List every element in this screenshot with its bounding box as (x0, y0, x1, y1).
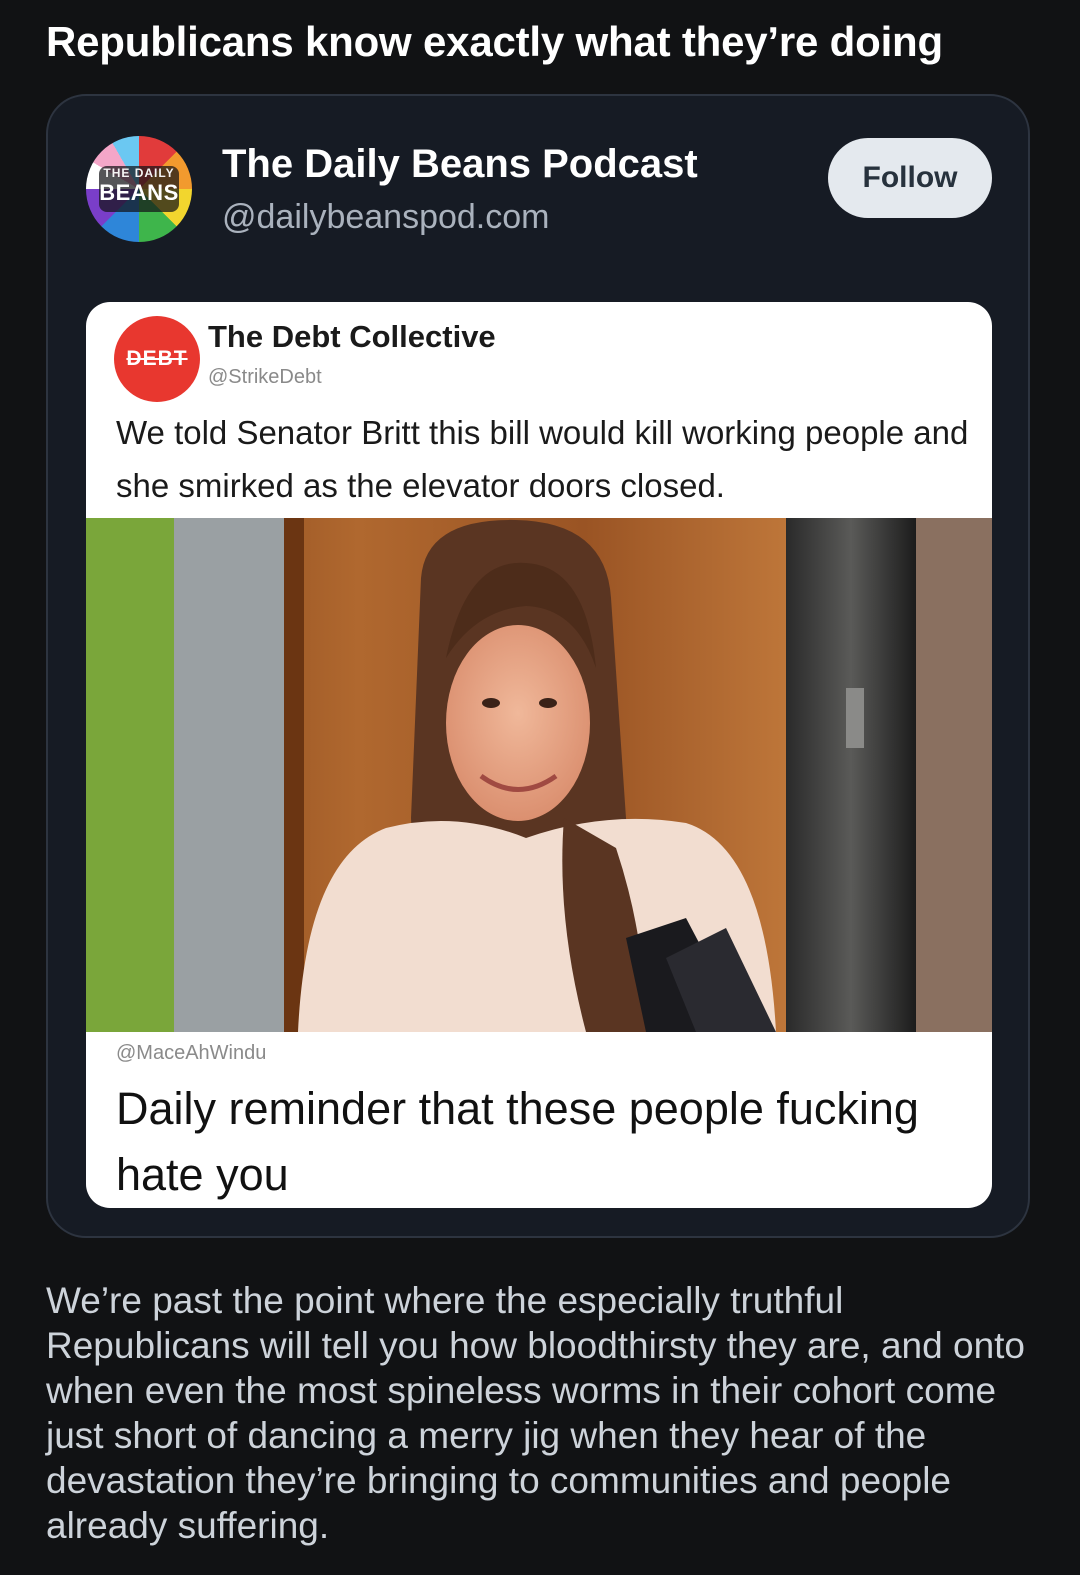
daily-beans-avatar[interactable]: THE DAILY BEANS (86, 136, 192, 242)
post-commentary: We’re past the point where the especiall… (46, 1280, 1026, 1546)
debt-collective-logo: DEBT (114, 316, 200, 402)
avatar-logo-line-2: BEANS (99, 180, 179, 205)
embedded-screenshot-image[interactable]: DEBT The Debt Collective @StrikeDebt We … (86, 302, 992, 1208)
meme-handle: @MaceAhWindu (116, 1042, 267, 1064)
meme-caption: Daily reminder that these people fucking… (116, 1083, 919, 1200)
follow-button[interactable]: Follow (828, 138, 992, 218)
senator-photo (86, 518, 992, 1032)
embedded-post-card[interactable]: THE DAILY BEANS The Daily Beans Podcast … (46, 94, 1030, 1238)
account-handle[interactable]: @dailybeanspod.com (222, 196, 549, 238)
source-post-text: We told Senator Britt this bill would ki… (116, 414, 969, 504)
post-title: Republicans know exactly what they’re do… (46, 18, 943, 65)
source-account-name: The Debt Collective (208, 319, 496, 354)
senator-photo-illustration (86, 518, 992, 1032)
source-account-handle: @StrikeDebt (208, 366, 322, 388)
daily-beans-logo: THE DAILY BEANS (99, 166, 179, 212)
account-name[interactable]: The Daily Beans Podcast (222, 140, 698, 188)
avatar-logo-line-1: THE DAILY (103, 166, 175, 180)
